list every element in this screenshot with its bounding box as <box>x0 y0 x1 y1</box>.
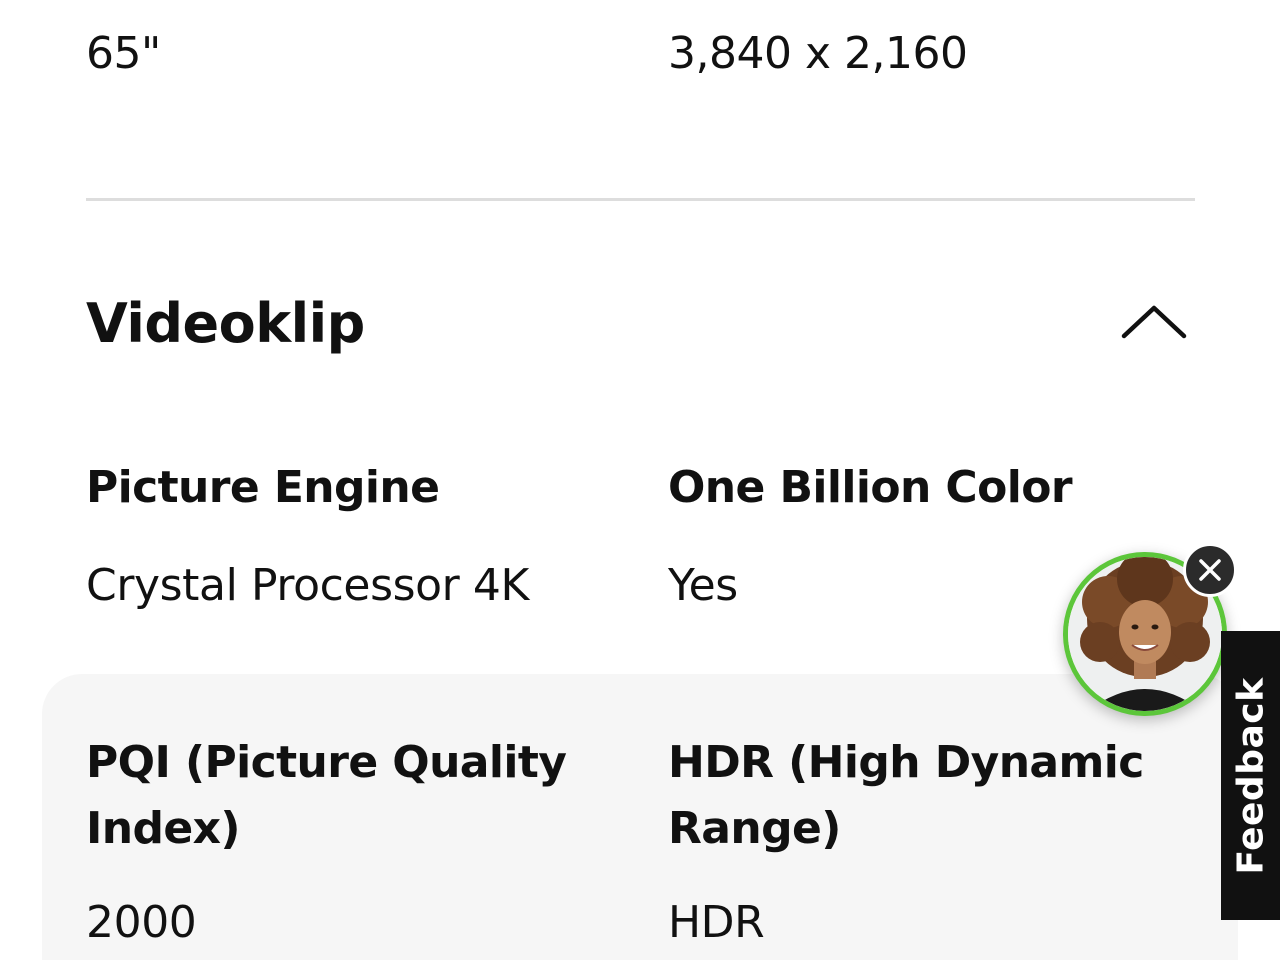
accordion-header-videoklip[interactable]: Videoklip <box>86 280 1196 370</box>
spec-row: Picture Engine Crystal Processor 4K One … <box>86 455 1196 635</box>
spec-value: Crystal Processor 4K <box>86 560 529 611</box>
chevron-up-icon[interactable] <box>1118 298 1190 346</box>
screen-size-value: 65" <box>86 28 161 79</box>
spec-row: PQI (Picture Quality Index) 2000 HDR (Hi… <box>86 730 1196 960</box>
spec-item-pqi: PQI (Picture Quality Index) 2000 <box>86 730 606 956</box>
spec-item-hdr: HDR (High Dynamic Range) HDR <box>668 730 1188 956</box>
feedback-label: Feedback <box>1230 676 1271 875</box>
resolution-value: 3,840 x 2,160 <box>668 28 968 79</box>
section-title: Videoklip <box>86 292 365 355</box>
spec-item-picture-engine: Picture Engine Crystal Processor 4K <box>86 455 606 619</box>
spec-label: One Billion Color <box>668 462 1073 513</box>
feedback-tab[interactable]: Feedback <box>1221 631 1280 920</box>
close-icon[interactable] <box>1183 543 1237 597</box>
spec-top-row: 65" 3,840 x 2,160 <box>86 22 1196 92</box>
spec-value: 2000 <box>86 897 197 948</box>
spec-page: 65" 3,840 x 2,160 Videoklip Picture Engi… <box>0 0 1280 960</box>
spec-label: PQI (Picture Quality Index) <box>86 737 567 854</box>
spec-label: HDR (High Dynamic Range) <box>668 737 1144 854</box>
spec-value: HDR <box>668 897 765 948</box>
section-divider <box>86 198 1195 201</box>
spec-label: Picture Engine <box>86 462 440 513</box>
